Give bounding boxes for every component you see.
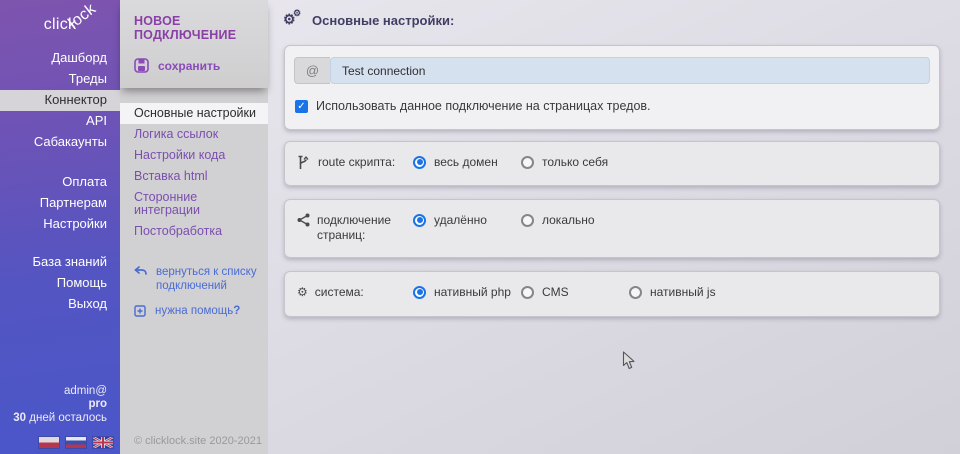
sidebar-item-threads[interactable]: Треды <box>0 69 120 90</box>
option-cms[interactable]: CMS <box>521 285 629 299</box>
whole-domain-radio[interactable] <box>413 156 426 169</box>
at-sign-icon: @ <box>294 57 330 84</box>
page-title: Основные настройки: <box>312 13 454 28</box>
route-scope-label: route скрипта: <box>318 155 395 170</box>
submenu-item-link-logic[interactable]: Логика ссылок <box>120 124 268 145</box>
submenu-item-basic-settings[interactable]: Основные настройки <box>120 103 268 124</box>
sidebar: clicklock Дашборд Треды Коннектор API Са… <box>0 0 120 454</box>
system-options: нативный php CMS нативный js <box>413 285 737 299</box>
submenu-item-code-settings[interactable]: Настройки кода <box>120 145 268 166</box>
system-label: система: <box>315 285 364 300</box>
sidebar-item-api[interactable]: API <box>0 111 120 132</box>
copyright-text: © clicklock.site 2020-2021 <box>134 435 262 447</box>
native-js-radio[interactable] <box>629 286 642 299</box>
back-to-list-label: вернуться к списку подключений <box>156 265 258 293</box>
back-to-list-link[interactable]: вернуться к списку подключений <box>134 265 258 293</box>
use-on-threads-option[interactable]: Использовать данное подключение на стран… <box>295 99 939 113</box>
sidebar-item-dashboard[interactable]: Дашборд <box>0 48 120 69</box>
poland-flag[interactable] <box>39 437 59 448</box>
gears-icon: ⚙⚙ <box>283 11 303 29</box>
save-button-label: сохранить <box>158 59 220 73</box>
submenu-list: Основные настройки Логика ссылок Настрой… <box>120 103 268 242</box>
language-switcher <box>39 437 113 448</box>
need-help-label: нужна помощь? <box>155 304 240 318</box>
page-connection-options: удалённо локально <box>413 213 629 227</box>
native-js-label: нативный js <box>650 285 716 299</box>
route-icon <box>297 155 311 170</box>
account-plan: pro <box>13 398 107 412</box>
native-php-radio[interactable] <box>413 286 426 299</box>
sidebar-item-subaccounts[interactable]: Сабакаунты <box>0 132 120 153</box>
page-connection-panel: подключение страниц: удалённо локально <box>284 199 940 258</box>
submenu-header: НОВОЕ ПОДКЛЮЧЕНИЕ сохранить <box>120 0 268 88</box>
submenu-links: вернуться к списку подключений нужна пом… <box>120 265 268 318</box>
whole-domain-label: весь домен <box>434 155 498 169</box>
sidebar-item-payment[interactable]: Оплата <box>0 172 120 193</box>
save-icon <box>134 58 149 73</box>
system-panel: ⚙ система: нативный php CMS нативный js <box>284 271 940 317</box>
use-on-threads-checkbox[interactable] <box>295 100 308 113</box>
plus-square-icon <box>134 305 146 317</box>
only-self-label: только себя <box>542 155 608 169</box>
russia-flag[interactable] <box>66 437 86 448</box>
cms-radio[interactable] <box>521 286 534 299</box>
connection-name-panel: @ Test connection Использовать данное по… <box>284 45 940 130</box>
sidebar-nav: Дашборд Треды Коннектор API Сабакаунты О… <box>0 48 120 315</box>
only-self-radio[interactable] <box>521 156 534 169</box>
option-native-php[interactable]: нативный php <box>413 285 521 299</box>
sidebar-item-help[interactable]: Помощь <box>0 273 120 294</box>
page-connection-label: подключение страниц: <box>317 213 397 243</box>
local-radio[interactable] <box>521 214 534 227</box>
route-scope-label-group: route скрипта: <box>297 155 413 170</box>
page-header: ⚙⚙ Основные настройки: <box>268 0 960 29</box>
connection-name-group: @ Test connection <box>294 57 930 84</box>
account-days-left: 30 дней осталось <box>13 412 107 426</box>
option-native-js[interactable]: нативный js <box>629 285 737 299</box>
native-php-label: нативный php <box>434 285 511 299</box>
local-label: локально <box>542 213 595 227</box>
sidebar-item-logout[interactable]: Выход <box>0 294 120 315</box>
remote-label: удалённо <box>434 213 487 227</box>
submenu-item-html-insert[interactable]: Вставка html <box>120 166 268 187</box>
connection-name-input[interactable]: Test connection <box>330 57 930 84</box>
gear-icon: ⚙ <box>297 285 308 300</box>
remote-radio[interactable] <box>413 214 426 227</box>
route-scope-panel: route скрипта: весь домен только себя <box>284 141 940 186</box>
option-whole-domain[interactable]: весь домен <box>413 155 521 169</box>
submenu-item-integrations[interactable]: Сторонние интеграции <box>120 187 268 221</box>
submenu-item-postprocessing[interactable]: Постобработка <box>120 221 268 242</box>
main-content: ⚙⚙ Основные настройки: @ Test connection… <box>268 0 960 454</box>
system-label-group: ⚙ система: <box>297 285 413 300</box>
account-info: admin@ pro 30 дней осталось <box>13 385 107 426</box>
clicklock-logo[interactable]: clicklock <box>0 0 120 44</box>
days-number: 30 <box>13 412 26 424</box>
need-help-link[interactable]: нужна помощь? <box>134 304 258 318</box>
days-text: дней осталось <box>26 412 107 424</box>
sidebar-item-settings[interactable]: Настройки <box>0 214 120 235</box>
connection-submenu: НОВОЕ ПОДКЛЮЧЕНИЕ сохранить Основные нас… <box>120 0 268 454</box>
save-button[interactable]: сохранить <box>134 58 256 73</box>
sidebar-item-connector[interactable]: Коннектор <box>0 90 120 111</box>
sidebar-item-knowledge-base[interactable]: База знаний <box>0 252 120 273</box>
use-on-threads-label: Использовать данное подключение на стран… <box>316 99 651 113</box>
option-remote[interactable]: удалённо <box>413 213 521 227</box>
sidebar-item-partners[interactable]: Партнерам <box>0 193 120 214</box>
submenu-title: НОВОЕ ПОДКЛЮЧЕНИЕ <box>134 14 256 42</box>
account-email: admin@ <box>13 385 107 399</box>
cms-label: CMS <box>542 285 569 299</box>
share-icon <box>297 213 310 227</box>
option-local[interactable]: локально <box>521 213 629 227</box>
option-only-self[interactable]: только себя <box>521 155 629 169</box>
page-connection-label-group: подключение страниц: <box>297 213 413 243</box>
uk-flag[interactable] <box>93 437 113 448</box>
route-scope-options: весь домен только себя <box>413 155 629 169</box>
undo-arrow-icon <box>134 266 147 277</box>
mouse-cursor <box>622 351 636 371</box>
